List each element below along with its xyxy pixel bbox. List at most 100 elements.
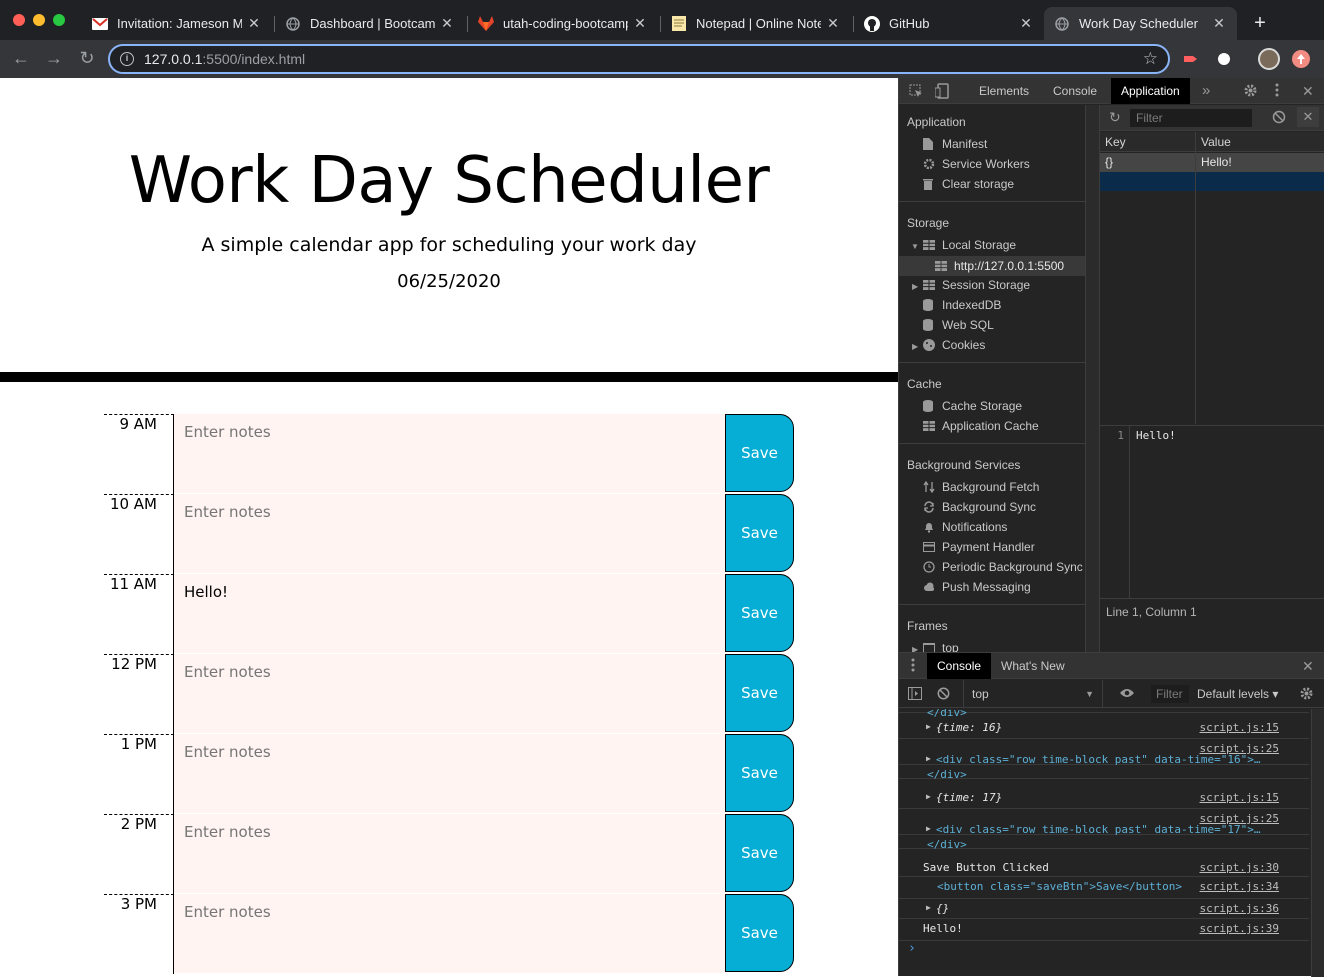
- source-link[interactable]: script.js:30: [1200, 861, 1279, 874]
- console-filter-input[interactable]: Filter: [1151, 685, 1189, 703]
- sidebar-item-clear-storage[interactable]: Clear storage: [923, 177, 1014, 191]
- tab-elements[interactable]: Elements: [969, 78, 1039, 104]
- clear-all-icon[interactable]: [1272, 110, 1286, 127]
- expand-arrow-icon[interactable]: ▶: [926, 903, 931, 912]
- show-sidebar-icon[interactable]: [908, 687, 922, 703]
- console-line[interactable]: <button class="saveBtn">Save</button> scr…: [899, 877, 1309, 899]
- browser-tab[interactable]: Invitation: Jameson Mi ✕: [82, 7, 272, 40]
- notes-textarea[interactable]: Enter notes: [174, 494, 725, 574]
- sidebar-item-background-sync[interactable]: Background Sync: [923, 500, 1036, 514]
- address-bar[interactable]: i 127.0.0.1 :5500/index.html ☆: [108, 44, 1170, 74]
- source-link[interactable]: script.js:15: [1200, 791, 1279, 804]
- extension-record-icon[interactable]: [1182, 50, 1200, 68]
- browser-tab-active[interactable]: Work Day Scheduler ✕: [1044, 7, 1237, 40]
- sidebar-item-indexeddb[interactable]: IndexedDB: [923, 298, 1001, 312]
- sidebar-item-frame-top[interactable]: top: [923, 641, 959, 652]
- console-line[interactable]: </div>: [899, 835, 1309, 851]
- tab-close-icon[interactable]: ✕: [1018, 15, 1034, 32]
- value-column-header[interactable]: Value: [1196, 132, 1324, 152]
- sidebar-item-web-sql[interactable]: Web SQL: [923, 318, 994, 332]
- avatar[interactable]: [1258, 48, 1280, 70]
- console-line[interactable]: ▶ {time: 16} script.js:15: [899, 718, 1309, 739]
- tab-application[interactable]: Application: [1111, 78, 1190, 104]
- sidebar-item-manifest[interactable]: Manifest: [923, 137, 987, 151]
- browser-tab[interactable]: Dashboard | Bootcamp ✕: [275, 7, 465, 40]
- tab-console[interactable]: Console: [1043, 78, 1107, 104]
- console-prompt-icon[interactable]: ›: [908, 941, 916, 956]
- console-line[interactable]: Hello! script.js:39: [899, 919, 1309, 941]
- sidebar-item-periodic-background-sync[interactable]: Periodic Background Sync: [923, 560, 1083, 574]
- reload-button[interactable]: ↻: [76, 48, 98, 69]
- source-link[interactable]: script.js:15: [1200, 721, 1279, 734]
- notes-textarea[interactable]: Enter notes: [174, 894, 725, 974]
- sidebar-item-payment-handler[interactable]: Payment Handler: [923, 540, 1035, 554]
- device-toolbar-icon[interactable]: [934, 83, 949, 102]
- expanded-arrow-icon[interactable]: ▼: [911, 242, 919, 251]
- expand-arrow-icon[interactable]: ▶: [926, 792, 931, 801]
- notes-textarea[interactable]: Enter notes: [174, 654, 725, 734]
- table-row[interactable]: {} Hello!: [1100, 153, 1324, 172]
- console-line[interactable]: ▶ {time: 17} script.js:15: [899, 788, 1309, 809]
- save-button[interactable]: Save: [725, 734, 794, 812]
- sidebar-item-session-storage[interactable]: Session Storage: [923, 278, 1030, 292]
- forward-button[interactable]: →: [43, 48, 65, 69]
- console-line[interactable]: ▶ <div class="row time-block past" data-t…: [899, 809, 1309, 836]
- inspect-element-icon[interactable]: [909, 84, 923, 101]
- sidebar-item-local-storage-origin[interactable]: http://127.0.0.1:5500: [899, 256, 1085, 276]
- console-line[interactable]: Save Button Clicked script.js:30: [899, 858, 1309, 877]
- collapsed-arrow-icon[interactable]: ▶: [912, 645, 918, 652]
- settings-gear-icon[interactable]: [1243, 83, 1258, 101]
- source-link[interactable]: script.js:34: [1200, 880, 1279, 893]
- sidebar-scrollbar[interactable]: [1085, 105, 1099, 652]
- console-line[interactable]: </div>: [899, 765, 1309, 781]
- console-settings-icon[interactable]: [1299, 686, 1314, 704]
- sidebar-item-cookies[interactable]: Cookies: [923, 338, 985, 352]
- notes-textarea[interactable]: Enter notes: [174, 814, 725, 894]
- drawer-tab-whats-new[interactable]: What's New: [991, 653, 1075, 679]
- tab-close-icon[interactable]: ✕: [1211, 15, 1227, 32]
- log-levels-dropdown[interactable]: Default levels ▾: [1197, 680, 1278, 708]
- back-button[interactable]: ←: [10, 48, 32, 69]
- sidebar-item-push-messaging[interactable]: Push Messaging: [923, 580, 1031, 594]
- clear-console-icon[interactable]: [937, 687, 950, 703]
- save-button[interactable]: Save: [725, 894, 794, 972]
- more-tabs-icon[interactable]: »: [1202, 82, 1210, 99]
- close-drawer-icon[interactable]: ✕: [1302, 658, 1314, 675]
- collapsed-arrow-icon[interactable]: ▶: [912, 282, 918, 291]
- source-link[interactable]: script.js:39: [1200, 922, 1279, 935]
- source-link[interactable]: script.js:36: [1200, 902, 1279, 915]
- expand-arrow-icon[interactable]: ▶: [926, 824, 931, 833]
- key-column-header[interactable]: Key: [1100, 132, 1195, 152]
- close-devtools-icon[interactable]: ✕: [1302, 83, 1314, 100]
- bookmark-star-icon[interactable]: ☆: [1143, 49, 1158, 69]
- table-row-selected-empty[interactable]: [1100, 172, 1324, 191]
- extension-circle-icon[interactable]: [1215, 50, 1233, 68]
- source-link[interactable]: script.js:25: [1200, 812, 1279, 825]
- tab-close-icon[interactable]: ✕: [246, 15, 262, 32]
- save-button[interactable]: Save: [725, 574, 794, 652]
- storage-filter-input[interactable]: Filter: [1130, 109, 1252, 127]
- collapsed-arrow-icon[interactable]: ▶: [912, 342, 918, 351]
- notes-textarea[interactable]: Hello!: [174, 574, 725, 654]
- update-icon[interactable]: [1292, 50, 1310, 68]
- save-button[interactable]: Save: [725, 494, 794, 572]
- expand-arrow-icon[interactable]: ▶: [926, 754, 931, 763]
- sidebar-item-cache-storage[interactable]: Cache Storage: [923, 399, 1022, 413]
- save-button[interactable]: Save: [725, 414, 794, 492]
- context-selector[interactable]: top ▼: [963, 680, 1103, 708]
- console-line[interactable]: ▶ {} script.js:36: [899, 899, 1309, 919]
- sidebar-item-application-cache[interactable]: Application Cache: [923, 419, 1039, 433]
- console-line[interactable]: </div>: [899, 709, 1309, 719]
- close-window-button[interactable]: [13, 14, 25, 26]
- delete-selected-icon[interactable]: ✕: [1297, 107, 1319, 127]
- sidebar-item-background-fetch[interactable]: Background Fetch: [923, 480, 1039, 494]
- tab-close-icon[interactable]: ✕: [825, 15, 841, 32]
- sidebar-item-notifications[interactable]: Notifications: [923, 520, 1007, 534]
- source-link[interactable]: script.js:25: [1200, 742, 1279, 755]
- browser-tab[interactable]: utah-coding-bootcamp ✕: [468, 7, 658, 40]
- browser-tab[interactable]: Notepad | Online Notes ✕: [661, 7, 851, 40]
- sidebar-item-local-storage[interactable]: Local Storage: [923, 238, 1016, 252]
- maximize-window-button[interactable]: [53, 14, 65, 26]
- kebab-menu-icon[interactable]: [1275, 83, 1279, 100]
- tab-close-icon[interactable]: ✕: [632, 15, 648, 32]
